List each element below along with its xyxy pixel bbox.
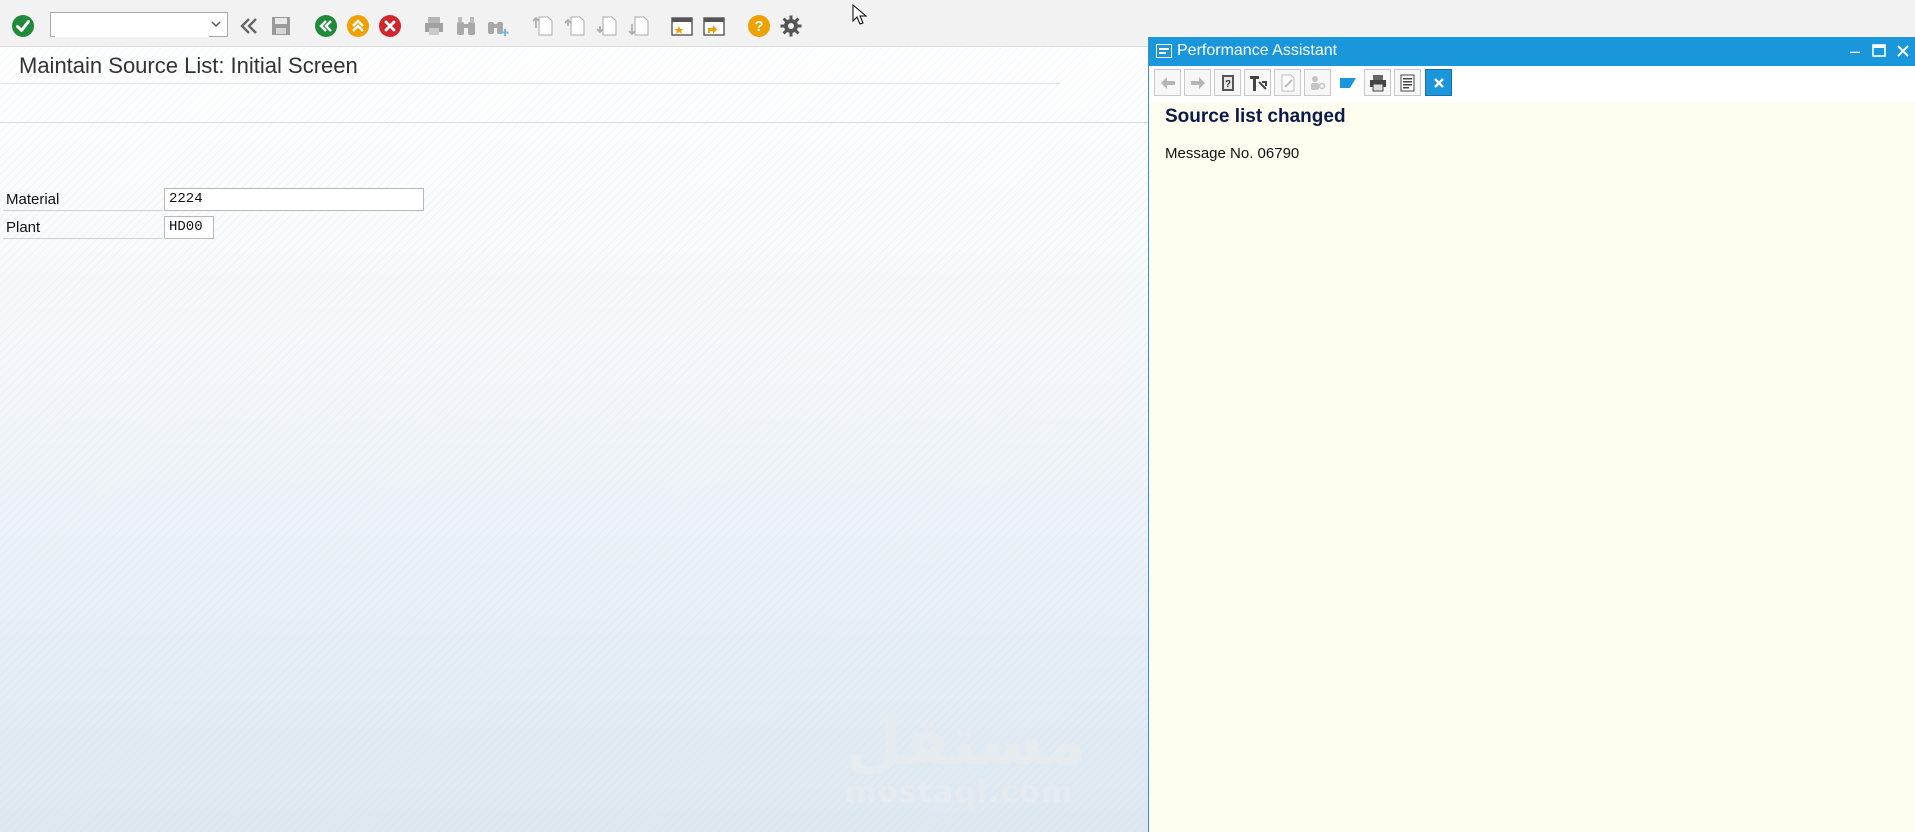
print-help-button[interactable] [1364,69,1391,96]
edit-button[interactable] [1274,69,1301,96]
print-icon [425,17,443,35]
enter-icon [12,15,34,37]
material-label: Material [3,188,163,211]
mouse-cursor-icon [852,4,868,25]
tools-icon [1249,75,1267,91]
settings-button[interactable] [778,13,804,39]
svg-text:?: ? [1224,79,1230,90]
svg-text:?: ? [754,18,763,35]
enter-button[interactable] [10,13,36,39]
cancel-button[interactable] [377,13,403,39]
first-page-button[interactable] [530,13,556,39]
watermark-latin: mostaql.com [845,775,1074,810]
help-icon: ? [748,15,770,37]
maximize-button[interactable] [1869,41,1889,61]
back-nav-icon [315,15,337,37]
back-icon [240,18,257,34]
print-icon [1369,74,1386,91]
previous-page-icon [564,16,585,36]
watermark-arabic: مستقل [845,703,1087,780]
settings-icon [780,15,802,37]
material-input[interactable]: 2224 [164,188,424,211]
document-button[interactable] [1394,69,1421,96]
find-next-button[interactable] [485,13,511,39]
page-title: Maintain Source List: Initial Screen [19,53,358,78]
arrow-right-icon [1190,76,1205,89]
plant-label: Plant [3,216,163,239]
bookmark-button[interactable] [1334,69,1361,96]
bookmark-icon [1339,77,1356,88]
close-icon [1433,77,1444,88]
first-page-icon [532,16,553,36]
window-icon [1156,44,1172,58]
main-screen: Maintain Source List: Initial Screen Mat… [0,47,1148,832]
arrow-left-icon [1160,76,1175,89]
create-session-button[interactable] [669,13,695,39]
shortcut-icon [703,17,725,36]
assistant-heading: Source list changed [1165,106,1346,127]
assistant-forward-button[interactable] [1184,69,1211,96]
shortcut-button[interactable] [701,13,727,39]
save-icon [272,17,290,35]
command-input[interactable] [55,14,209,37]
next-page-icon [596,16,617,36]
print-button[interactable] [421,13,447,39]
command-field[interactable] [50,12,228,37]
technical-info-button[interactable]: ? [1214,69,1241,96]
cancel-icon [379,15,401,37]
close-button[interactable] [1893,41,1913,61]
next-page-button[interactable] [594,13,620,39]
chevron-down-icon[interactable] [209,17,223,31]
exit-icon [347,15,369,37]
back-nav-button[interactable] [313,13,339,39]
user-key-icon [1310,75,1325,90]
back-button[interactable] [236,13,262,39]
find-next-icon [488,22,509,36]
tools-button[interactable] [1244,69,1271,96]
maximize-icon [1872,44,1886,57]
message-number: Message No. 06790 [1165,145,1300,162]
exit-button[interactable] [345,13,371,39]
previous-page-button[interactable] [562,13,588,39]
document-list-icon [1400,74,1414,91]
book-question-icon: ? [1221,74,1234,91]
assistant-toolbar: ? [1149,66,1915,102]
close-assistant-button[interactable] [1425,69,1452,96]
last-page-icon [628,16,649,36]
assistant-back-button[interactable] [1154,69,1181,96]
assistant-title: Performance Assistant [1177,42,1338,59]
last-page-button[interactable] [626,13,652,39]
assistant-titlebar[interactable]: Performance Assistant – [1149,37,1915,66]
user-info-button[interactable] [1304,69,1331,96]
close-icon [1897,45,1909,57]
title-divider [0,83,1060,84]
minimize-button[interactable]: – [1845,41,1865,61]
watermark: مستقل mostaql.com [845,703,1087,810]
find-icon [457,17,475,35]
help-button[interactable]: ? [746,13,772,39]
save-button[interactable] [268,13,294,39]
edit-icon [1281,74,1294,91]
find-button[interactable] [453,13,479,39]
plant-input[interactable]: HD00 [164,216,214,239]
create-session-icon [671,17,693,36]
minimize-icon: – [1849,41,1860,61]
performance-assistant-window: Performance Assistant – ? Source list ch… [1148,37,1915,832]
application-toolbar-divider [0,122,1148,123]
